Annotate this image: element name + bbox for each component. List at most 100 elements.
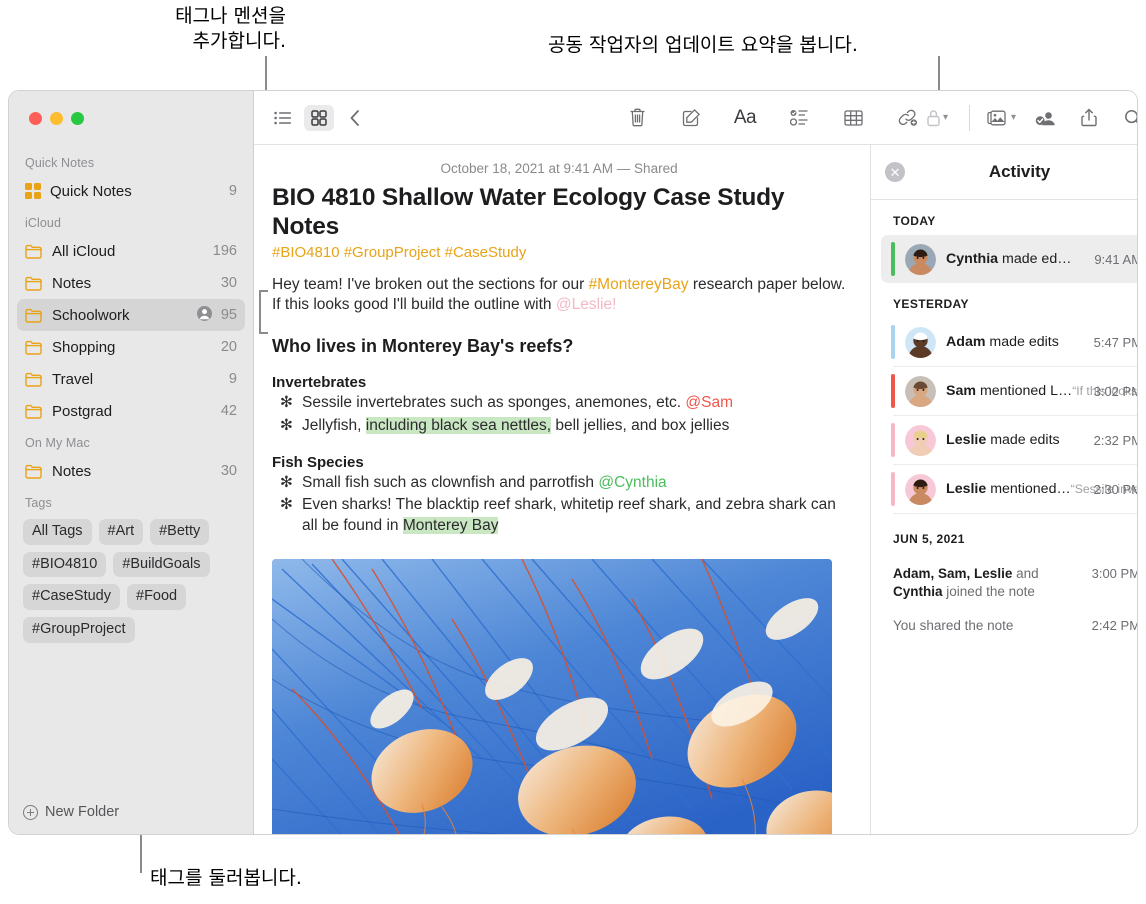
sidebar-group-title-tags: Tags	[25, 496, 52, 510]
sidebar-item-schoolwork[interactable]: Schoolwork 95	[17, 299, 245, 331]
link-icon[interactable]	[892, 105, 922, 131]
tag-chip[interactable]: All Tags	[23, 519, 92, 545]
sidebar-group-title: On My Mac	[25, 436, 90, 450]
sidebar-item-count: 196	[212, 243, 237, 259]
sidebar: Quick Notes Quick Notes 9 iCloud All iCloud 1…	[9, 91, 253, 834]
sidebar-item-notes[interactable]: Notes 30	[17, 267, 245, 299]
toolbar-divider	[969, 104, 970, 131]
annotation-top-left: 태그나 멘션을 추가합니다.	[175, 5, 286, 53]
note-subheading: Fish Species	[272, 453, 364, 471]
sidebar-item-label: All iCloud	[52, 242, 116, 260]
activity-color-bar	[891, 325, 896, 359]
intro-mention[interactable]: @Leslie!	[556, 296, 617, 313]
sidebar-group-title: iCloud	[25, 216, 62, 230]
lock-chevron-down-icon: ▾	[942, 112, 949, 123]
highlighted-text: including black sea nettles,	[365, 416, 552, 434]
tag-chip[interactable]: #BuildGoals	[113, 551, 210, 578]
note-tags-line: #BIO4810 #GroupProject #CaseStudy	[272, 243, 527, 261]
activity-item[interactable]: Cynthia made ed… 9:41 AM	[881, 235, 1137, 283]
sidebar-item-label: Shopping	[52, 338, 116, 356]
plus-circle-icon	[23, 804, 38, 820]
folder-icon	[25, 372, 43, 387]
folder-icon	[25, 404, 43, 419]
sidebar-item-label: Notes	[52, 462, 92, 480]
activity-color-bar	[891, 242, 896, 276]
activity-time: 3:00 PM	[1091, 566, 1138, 581]
annotation-top-right: 공동 작업자의 업데이트 요약을 봅니다.	[548, 34, 858, 56]
note-editor[interactable]: October 18, 2021 at 9:41 AM — Shared BIO…	[254, 145, 872, 834]
note-bracket-marker	[259, 290, 268, 334]
activity-item[interactable]: Adam made edits 5:47 PM	[881, 318, 1138, 366]
close-button[interactable]	[29, 111, 42, 125]
activity-item[interactable]: Leslie mentioned…“Sessile invertebrates……	[881, 465, 1137, 513]
mention[interactable]: @Sam	[685, 394, 733, 411]
bullet-text: Sessile invertebrates such as sponges, a…	[302, 393, 734, 411]
sidebar-item-postgrad[interactable]: Postgrad 42	[17, 395, 245, 427]
zoom-button[interactable]	[71, 111, 84, 125]
sidebar-item-count: 30	[220, 463, 237, 479]
avatar	[905, 375, 937, 407]
quicknotes-icon	[25, 183, 41, 199]
close-icon[interactable]: ✕	[885, 162, 906, 182]
checklist-icon[interactable]	[784, 105, 814, 131]
shared-folder-icon	[196, 305, 212, 325]
toolbar: Aa ▾ ▾	[254, 91, 1137, 145]
sidebar-item-count: 30	[220, 275, 237, 291]
back-chevron-icon[interactable]	[340, 105, 370, 131]
sidebar-item-count: 95	[220, 307, 237, 323]
activity-list[interactable]: TODAY Cynthia made ed… 9:41 AM YESTERDAY Ada…	[871, 199, 1138, 834]
sidebar-item-label: Quick Notes	[50, 182, 132, 200]
tag-chip[interactable]: #CaseStudy	[23, 584, 120, 611]
compose-icon[interactable]	[676, 105, 706, 131]
activity-plain-item[interactable]: You shared the note 2:42 PM	[871, 613, 1137, 639]
intro-tag[interactable]: #MontereyBay	[589, 276, 689, 293]
new-folder-button[interactable]: New Folder	[9, 790, 253, 834]
activity-text: Sam mentioned L…	[946, 383, 1073, 399]
tag-chip[interactable]: #GroupProject	[23, 617, 135, 643]
trash-icon[interactable]	[622, 105, 652, 131]
table-icon[interactable]	[838, 105, 868, 131]
tag-chip[interactable]: #Betty	[150, 519, 210, 545]
window-controls	[9, 91, 253, 145]
activity-header: ✕ Activity	[871, 145, 1137, 199]
bullet-star-icon: ✻	[280, 473, 293, 491]
sidebar-item-notes[interactable]: Notes 30	[17, 455, 245, 487]
media-icon[interactable]: ▾	[987, 105, 1016, 131]
note-subheading: Invertebrates	[272, 373, 367, 391]
mention[interactable]: @Cynthia	[598, 474, 666, 491]
annotation-bottom-left: 태그를 둘러봅니다.	[150, 867, 302, 889]
minimize-button[interactable]	[50, 111, 63, 125]
lock-icon[interactable]: ▾	[922, 105, 952, 131]
sidebar-item-count: 20	[220, 339, 237, 355]
activity-color-bar	[891, 374, 896, 408]
tag-chip[interactable]: #BIO4810	[23, 551, 107, 578]
jellyfish-photo[interactable]	[272, 559, 832, 834]
sidebar-item-quick-notes[interactable]: Quick Notes 9	[17, 175, 245, 207]
activity-text: Leslie made edits	[946, 432, 1060, 448]
bullet-star-icon: ✻	[280, 416, 293, 434]
activity-item[interactable]: Leslie made edits 2:32 PM	[881, 416, 1137, 464]
tag-chip[interactable]: #Food	[127, 584, 187, 611]
sidebar-item-travel[interactable]: Travel 9	[17, 363, 245, 395]
format-aa-icon[interactable]: Aa	[730, 105, 760, 131]
search-icon[interactable]	[1118, 105, 1137, 131]
activity-item[interactable]: Sam mentioned L…“If this looks good I'll…	[881, 367, 1137, 415]
avatar	[905, 326, 937, 358]
activity-day-header: TODAY	[893, 214, 936, 228]
activity-plain-item[interactable]: Adam, Sam, Leslie and Cynthia joined the…	[871, 561, 1138, 605]
list-view-icon[interactable]	[268, 105, 298, 131]
gallery-view-icon[interactable]	[304, 104, 334, 131]
sidebar-item-shopping[interactable]: Shopping 20	[17, 331, 245, 363]
activity-time: 5:47 PM	[1093, 334, 1138, 350]
activity-color-bar	[891, 472, 896, 506]
share-icon[interactable]	[1074, 105, 1104, 131]
activity-text: Cynthia made ed…	[946, 251, 1072, 267]
activity-panel: ✕ Activity TODAY Cynthia made ed… 9:41 AM Y…	[871, 145, 1138, 834]
main-area: Aa ▾ ▾ October 18, 2021 at 9:41 AM — Sha…	[253, 91, 1138, 834]
note-date: October 18, 2021 at 9:41 AM — Shared	[440, 161, 678, 176]
collaborate-icon[interactable]	[1030, 105, 1060, 131]
tag-chip[interactable]: #Art	[98, 519, 144, 545]
sidebar-groups: Quick Notes Quick Notes 9 iCloud All iCloud 1…	[9, 147, 253, 487]
sidebar-item-all-icloud[interactable]: All iCloud 196	[17, 235, 245, 267]
activity-day-header: YESTERDAY	[893, 297, 969, 311]
